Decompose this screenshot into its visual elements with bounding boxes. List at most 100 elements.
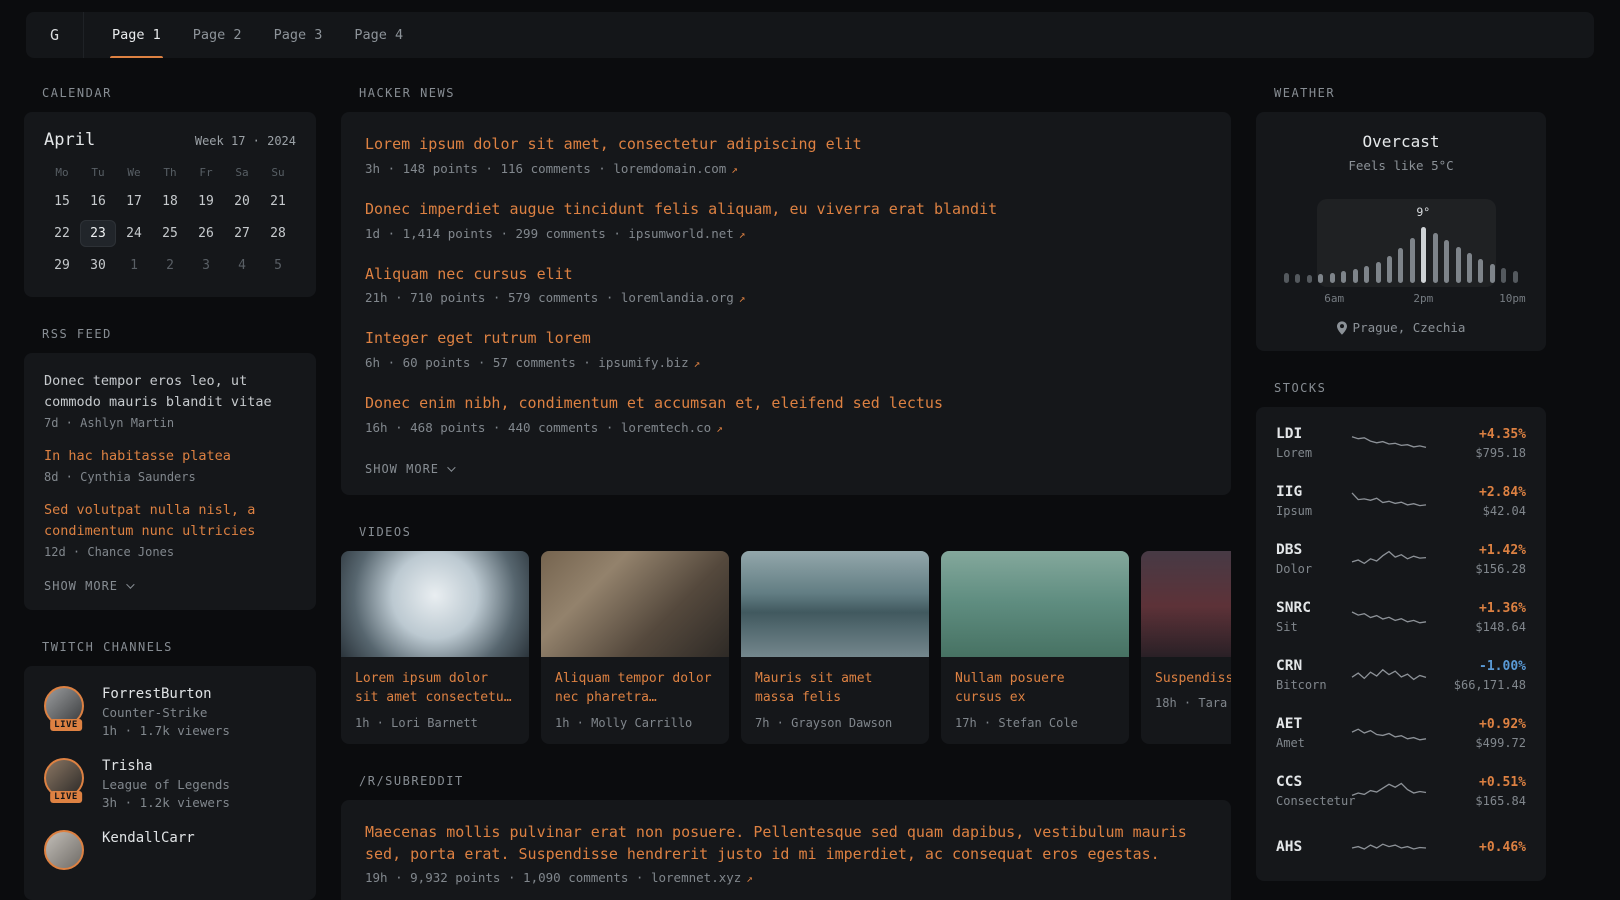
stock-row[interactable]: IIGIpsum+2.84%$42.04 [1274,472,1528,530]
stock-price: $795.18 [1438,446,1526,460]
subreddit-item-title[interactable]: Maecenas mollis pulvinar erat non posuer… [365,822,1207,866]
calendar-day[interactable]: 22 [44,220,80,247]
calendar-day[interactable]: 27 [224,220,260,247]
subreddit-item-domain[interactable]: loremnet.xyz [651,870,741,885]
tab-page-3[interactable]: Page 3 [258,12,339,58]
twitch-channel-name[interactable]: ForrestBurton [102,686,230,702]
stock-name: Dolor [1276,562,1340,576]
video-title[interactable]: Suspendisse diam [1155,669,1231,689]
video-thumbnail [541,551,729,657]
hackernews-item-title[interactable]: Lorem ipsum dolor sit amet, consectetur … [365,134,1207,156]
videos-widget: VIDEOS Lorem ipsum dolor sit amet consec… [341,525,1231,744]
hackernews-show-more-button[interactable]: SHOW MORE [365,460,453,476]
hackernews-item-domain[interactable]: ipsumify.biz [598,355,688,370]
stock-values: -1.00%$66,171.48 [1438,659,1526,692]
stock-symbol: AHS [1276,839,1340,855]
weather-bar [1398,248,1403,283]
video-meta: 18h · Tara [1155,696,1231,710]
stock-change: +1.42% [1438,543,1526,558]
stock-row[interactable]: AHS+0.46% [1274,820,1528,874]
calendar-day[interactable]: 1 [116,252,152,279]
external-link-icon: ↗ [694,357,701,370]
twitch-channel-row[interactable]: KendallCarr [44,830,296,870]
calendar-dow-label: Tu [80,162,116,183]
calendar-day[interactable]: 29 [44,252,80,279]
rss-item-meta: 7d · Ashlyn Martin [44,416,296,430]
rss-item-title[interactable]: Donec tempor eros leo, ut commodo mauris… [44,371,296,413]
calendar-day[interactable]: 23 [80,220,116,247]
stock-row[interactable]: LDILorem+4.35%$795.18 [1274,414,1528,472]
videos-row: Lorem ipsum dolor sit amet consectetu… 1h… [341,551,1231,744]
weather-bar [1421,227,1426,283]
twitch-channel-name[interactable]: Trisha [102,758,230,774]
rss-item-title[interactable]: In hac habitasse platea [44,446,296,467]
tab-page-1[interactable]: Page 1 [96,12,177,58]
calendar-day[interactable]: 15 [44,188,80,215]
stock-row[interactable]: AETAmet+0.92%$499.72 [1274,704,1528,762]
subreddit-card: Maecenas mollis pulvinar erat non posuer… [341,800,1231,900]
hackernews-item-title[interactable]: Donec imperdiet augue tincidunt felis al… [365,199,1207,221]
hackernews-item: Integer eget rutrum lorem6h · 60 points … [365,328,1207,370]
calendar-day[interactable]: 3 [188,252,224,279]
twitch-channel-row[interactable]: LIVEForrestBurtonCounter-Strike1h · 1.7k… [44,686,296,738]
hackernews-item-title[interactable]: Integer eget rutrum lorem [365,328,1207,350]
weather-chart: 9° [1284,207,1518,283]
twitch-channel-row[interactable]: LIVETrishaLeague of Legends3h · 1.2k vie… [44,758,296,810]
calendar-day[interactable]: 18 [152,188,188,215]
video-card[interactable]: Nullam posuere cursus ex17h · Stefan Col… [941,551,1129,744]
stock-row[interactable]: DBSDolor+1.42%$156.28 [1274,530,1528,588]
live-badge: LIVE [50,791,82,803]
calendar-day[interactable]: 25 [152,220,188,247]
calendar-day[interactable]: 19 [188,188,224,215]
hackernews-item-domain[interactable]: loremdomain.com [613,161,726,176]
stock-row[interactable]: CCSConsectetur+0.51%$165.84 [1274,762,1528,820]
video-card[interactable]: Aliquam tempor dolor nec pharetra…1h · M… [541,551,729,744]
twitch-channel-name[interactable]: KendallCarr [102,830,195,846]
stock-row[interactable]: CRNBitcorn-1.00%$66,171.48 [1274,646,1528,704]
video-title[interactable]: Lorem ipsum dolor sit amet consectetu… [355,669,515,708]
hackernews-item: Aliquam nec cursus elit21h · 710 points … [365,264,1207,306]
hackernews-item-domain[interactable]: loremlandia.org [621,290,734,305]
video-title[interactable]: Nullam posuere cursus ex [955,669,1115,708]
rss-card: Donec tempor eros leo, ut commodo mauris… [24,353,316,610]
video-card[interactable]: Suspendisse diam 18h · Tara [1141,551,1231,744]
calendar-day[interactable]: 16 [80,188,116,215]
hackernews-item-domain[interactable]: loremtech.co [621,420,711,435]
video-card[interactable]: Lorem ipsum dolor sit amet consectetu… 1h… [341,551,529,744]
hackernews-item-title[interactable]: Aliquam nec cursus elit [365,264,1207,286]
calendar-day[interactable]: 26 [188,220,224,247]
stock-symbol: DBS [1276,542,1340,558]
location-pin-icon [1337,321,1347,335]
calendar-widget: CALENDAR April Week 17 · 2024 MoTuWeThFr… [24,86,316,297]
tab-page-2[interactable]: Page 2 [177,12,258,58]
weather-bar [1295,274,1300,283]
calendar-day[interactable]: 24 [116,220,152,247]
calendar-day[interactable]: 2 [152,252,188,279]
calendar-day[interactable]: 4 [224,252,260,279]
calendar-day[interactable]: 30 [80,252,116,279]
stock-symbol: CCS [1276,774,1340,790]
tab-page-4[interactable]: Page 4 [338,12,419,58]
rss-item-title[interactable]: Sed volutpat nulla nisl, a condimentum n… [44,500,296,542]
video-title[interactable]: Aliquam tempor dolor nec pharetra… [555,669,715,708]
rss-show-more-button[interactable]: SHOW MORE [44,577,132,593]
weather-bar [1318,274,1323,283]
calendar-day[interactable]: 20 [224,188,260,215]
hackernews-item-domain[interactable]: ipsumworld.net [628,226,733,241]
stock-sparkline [1350,718,1428,748]
calendar-day[interactable]: 5 [260,252,296,279]
twitch-channel-info: KendallCarr [102,830,195,846]
calendar-day[interactable]: 28 [260,220,296,247]
video-title[interactable]: Mauris sit amet massa felis [755,669,915,708]
video-card[interactable]: Mauris sit amet massa felis7h · Grayson … [741,551,929,744]
calendar-day[interactable]: 17 [116,188,152,215]
hackernews-item-title[interactable]: Donec enim nibh, condimentum et accumsan… [365,393,1207,415]
video-meta: 1h · Lori Barnett [355,716,515,730]
stock-row[interactable]: SNRCSit+1.36%$148.64 [1274,588,1528,646]
app-logo[interactable]: G [26,12,84,58]
hackernews-item: Lorem ipsum dolor sit amet, consectetur … [365,134,1207,176]
calendar-dow-label: Sa [224,162,260,183]
weather-bar [1353,269,1358,283]
stock-sparkline [1350,544,1428,574]
calendar-day[interactable]: 21 [260,188,296,215]
